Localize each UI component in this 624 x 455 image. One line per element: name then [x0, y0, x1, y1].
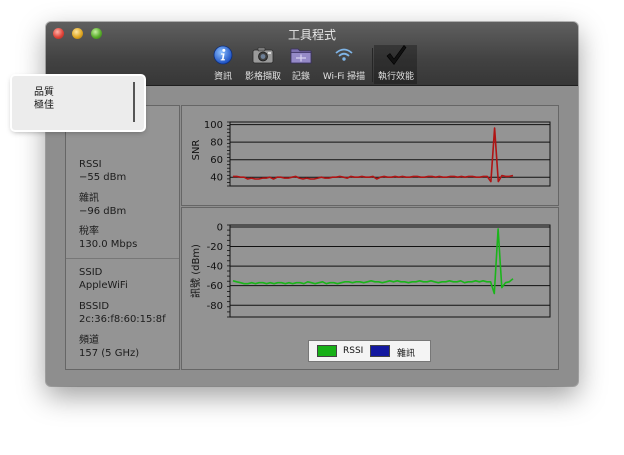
rssi-value: −55 dBm: [79, 172, 127, 183]
toolbar-performance-label: 執行效能: [377, 72, 414, 82]
y-axis-label: 訊號 (dBm): [189, 244, 202, 298]
toolbar-info-label: 資訊: [213, 72, 232, 82]
quality-label: 品質: [34, 87, 54, 98]
legend-noise-label: 雜訊: [397, 349, 416, 359]
noise-value: −96 dBm: [79, 206, 127, 217]
channel-group: 頻道 157 (5 GHz): [79, 334, 139, 360]
ssid-label: SSID: [79, 267, 103, 278]
callout-divider: [133, 82, 135, 122]
y-tick-label: -60: [207, 281, 223, 292]
chart-legend: RSSI 雜訊: [308, 340, 431, 362]
rssi-label: RSSI: [79, 159, 102, 170]
quality-callout: 品質 極佳: [12, 76, 144, 130]
y-tick-label: 60: [210, 155, 223, 166]
y-tick-label: -80: [207, 301, 223, 312]
toolbar-separator: [372, 48, 373, 82]
ssid-value: AppleWiFi: [79, 280, 128, 291]
toolbar-wifi-scan-button[interactable]: Wi-Fi 掃描: [318, 44, 370, 82]
y-tick-label: 0: [217, 222, 223, 233]
noise-label: 雜訊: [79, 193, 99, 204]
legend-noise-swatch: [370, 345, 390, 357]
folder-icon: [287, 44, 315, 66]
rate-value: 130.0 Mbps: [79, 239, 138, 250]
legend-rssi-swatch: [317, 345, 337, 357]
toolbar-frame-capture-label: 影格擷取: [244, 72, 281, 82]
bssid-group: BSSID 2c:36:f8:60:15:8f: [79, 300, 166, 326]
y-axis-label: SNR: [191, 140, 202, 161]
y-tick-label: 80: [210, 138, 223, 149]
toolbar-logs-button[interactable]: 記錄: [287, 44, 315, 82]
channel-value: 157 (5 GHz): [79, 348, 140, 359]
bssid-label: BSSID: [79, 301, 110, 312]
rssi-group: RSSI −55 dBm: [79, 158, 126, 184]
y-tick-label: 40: [210, 173, 223, 184]
snr-chart-panel: 100 80 60 40 SNR: [181, 105, 559, 206]
toolbar-frame-capture-button[interactable]: 影格擷取: [242, 44, 284, 82]
rate-group: 稅率 130.0 Mbps: [79, 225, 137, 251]
legend-rssi-label: RSSI: [343, 346, 364, 356]
rate-label: 稅率: [79, 226, 99, 237]
ssid-group: SSID AppleWiFi: [79, 266, 128, 292]
y-tick-label: 100: [204, 120, 223, 131]
toolbar-wifi-scan-label: Wi-Fi 掃描: [322, 72, 366, 82]
info-divider: [66, 258, 179, 259]
camera-icon: [242, 44, 284, 66]
snr-chart: 100 80 60 40 SNR: [191, 120, 551, 187]
toolbar-info-button[interactable]: 資訊: [208, 44, 238, 82]
info-icon: [208, 44, 238, 66]
checkmark-icon: [375, 44, 417, 66]
y-tick-label: -40: [207, 262, 223, 273]
window-title: 工具程式: [287, 28, 336, 42]
y-tick-label: -20: [207, 242, 223, 253]
wifi-icon: [318, 44, 370, 66]
toolbar-logs-label: 記錄: [291, 72, 310, 82]
toolbar-performance-button[interactable]: 執行效能: [375, 44, 417, 82]
info-panel: RSSI −55 dBm 雜訊 −96 dBm 稅率 130.0 Mbps SS…: [65, 105, 180, 370]
plot-area: [229, 224, 551, 318]
quality-group: 品質 極佳: [34, 86, 54, 112]
noise-group: 雜訊 −96 dBm: [79, 192, 126, 218]
channel-label: 頻道: [79, 335, 99, 346]
bssid-value: 2c:36:f8:60:15:8f: [79, 314, 166, 325]
quality-value: 極佳: [34, 100, 54, 111]
